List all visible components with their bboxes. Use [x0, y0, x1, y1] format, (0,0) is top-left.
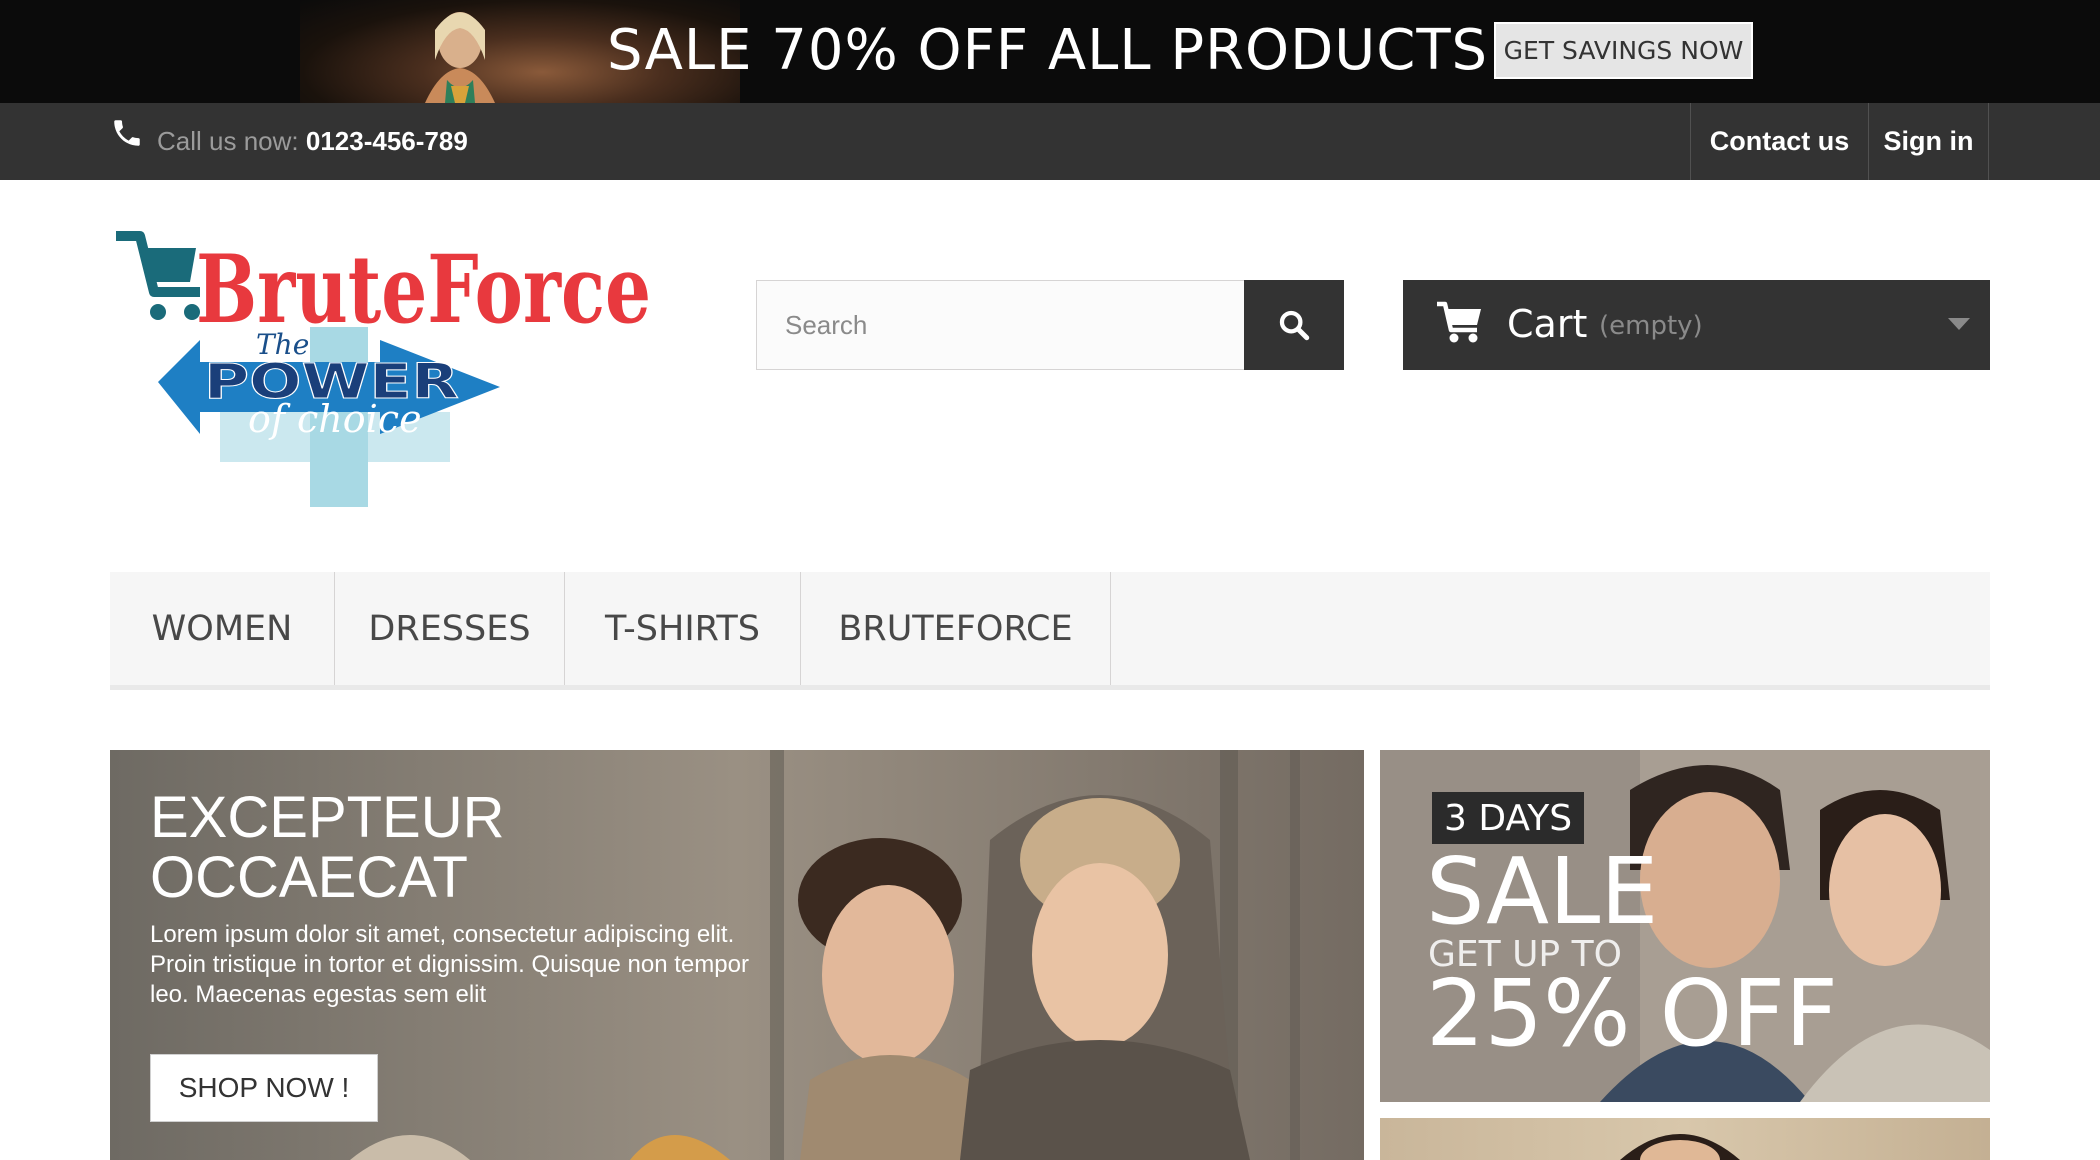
sale-banner[interactable]: 3 DAYS SALE GET UP TO 25% OFF — [1380, 750, 1990, 1102]
cart-status: (empty) — [1599, 311, 1703, 341]
sale-text: SALE — [1426, 838, 1659, 945]
logo-tag-choice: of choice — [248, 397, 422, 441]
sign-in-link[interactable]: Sign in — [1868, 103, 1989, 180]
call-us-text: Call us now: 0123-456-789 — [157, 126, 468, 157]
search-input[interactable] — [756, 280, 1245, 370]
call-us-label: Call us now: — [157, 126, 299, 156]
phone-number: 0123-456-789 — [305, 126, 468, 156]
chevron-down-icon[interactable] — [1948, 318, 1970, 330]
bruteforce-logo[interactable]: BruteForce The POWER of choice — [110, 222, 660, 512]
contact-us-link[interactable]: Contact us — [1690, 103, 1868, 180]
get-savings-button[interactable]: GET SAVINGS NOW — [1494, 22, 1753, 79]
days-badge: 3 DAYS — [1432, 792, 1585, 844]
promo-model-image — [425, 12, 495, 103]
menu-item-dresses[interactable]: DRESSES — [335, 572, 565, 685]
cart-label: Cart — [1507, 302, 1588, 346]
secondary-banner-image — [1620, 1134, 1740, 1160]
discount-percent: 25% OFF — [1426, 960, 1838, 1067]
menu-item-bruteforce[interactable]: BRUTEFORCE — [801, 572, 1111, 685]
hero-description: Lorem ipsum dolor sit amet, consectetur … — [150, 921, 749, 1008]
hero-title: EXCEPTEUR OCCAECAT — [150, 785, 505, 910]
menu-item-women[interactable]: WOMEN — [110, 572, 335, 685]
hero-slider[interactable]: EXCEPTEUR OCCAECAT Lorem ipsum dolor sit… — [110, 750, 1364, 1160]
cart-icon — [1437, 301, 1481, 343]
main-menu: WOMEN DRESSES T-SHIRTS BRUTEFORCE — [110, 572, 1990, 690]
promo-banner[interactable]: SALE 70% OFF ALL PRODUCTS GET SAVINGS NO… — [0, 0, 2100, 103]
cart-button[interactable]: Cart (empty) — [1403, 280, 1990, 370]
phone-icon — [114, 120, 140, 146]
search-button[interactable] — [1244, 280, 1344, 370]
promo-text: SALE 70% OFF ALL PRODUCTS — [607, 18, 1489, 83]
search-icon — [1279, 310, 1310, 341]
shop-now-button[interactable]: SHOP NOW ! — [150, 1054, 378, 1122]
logo-cart-icon — [116, 231, 200, 320]
secondary-banner[interactable] — [1380, 1118, 1990, 1160]
menu-item-t-shirts[interactable]: T-SHIRTS — [565, 572, 801, 685]
